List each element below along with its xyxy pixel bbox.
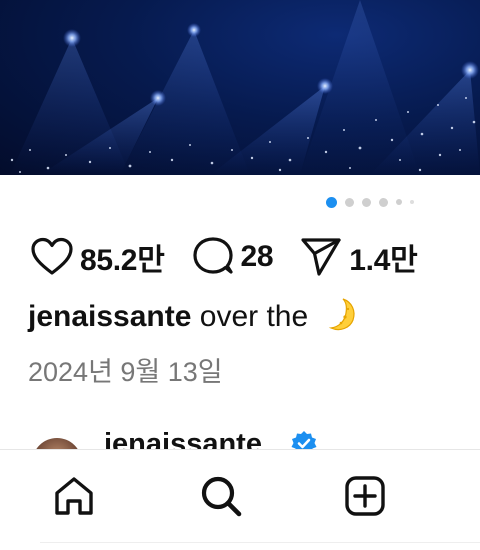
- caption-username[interactable]: jenaissante: [28, 300, 191, 333]
- carousel-indicator: [326, 196, 422, 208]
- crescent-moon-emoji: [321, 296, 357, 340]
- caption-text: over the: [191, 300, 317, 333]
- comment-bubble-icon: [191, 236, 235, 278]
- home-icon: [52, 474, 96, 518]
- bottom-navigation: [0, 449, 480, 550]
- search-icon: [199, 474, 243, 518]
- like-button[interactable]: 85.2만: [30, 235, 165, 279]
- concert-stage-lights-image: [10, 0, 480, 175]
- carousel-dot: [396, 199, 402, 205]
- carousel-dot-active: [326, 196, 337, 208]
- comment-count: 28: [240, 240, 274, 273]
- post-actions: 85.2만 28 1.4만: [30, 232, 443, 282]
- heart-icon: [30, 237, 74, 277]
- post-photo[interactable]: [0, 0, 480, 175]
- nav-divider: [40, 542, 480, 543]
- nav-add-post-button[interactable]: [343, 474, 387, 518]
- comment-button[interactable]: 28: [191, 236, 274, 278]
- nav-search-button[interactable]: [199, 474, 243, 518]
- add-post-icon: [343, 474, 387, 518]
- carousel-dot: [379, 197, 388, 207]
- like-count: 85.2만: [80, 244, 165, 277]
- post-caption: jenaissante over the: [28, 296, 357, 340]
- share-button[interactable]: 1.4만: [299, 235, 418, 279]
- paper-plane-icon: [299, 236, 343, 278]
- carousel-dot: [362, 197, 371, 207]
- carousel-dot: [410, 200, 414, 204]
- share-count: 1.4만: [349, 244, 418, 277]
- nav-home-button[interactable]: [52, 474, 96, 518]
- carousel-dot: [345, 197, 354, 207]
- post-date: 2024년 9월 13일: [28, 357, 223, 387]
